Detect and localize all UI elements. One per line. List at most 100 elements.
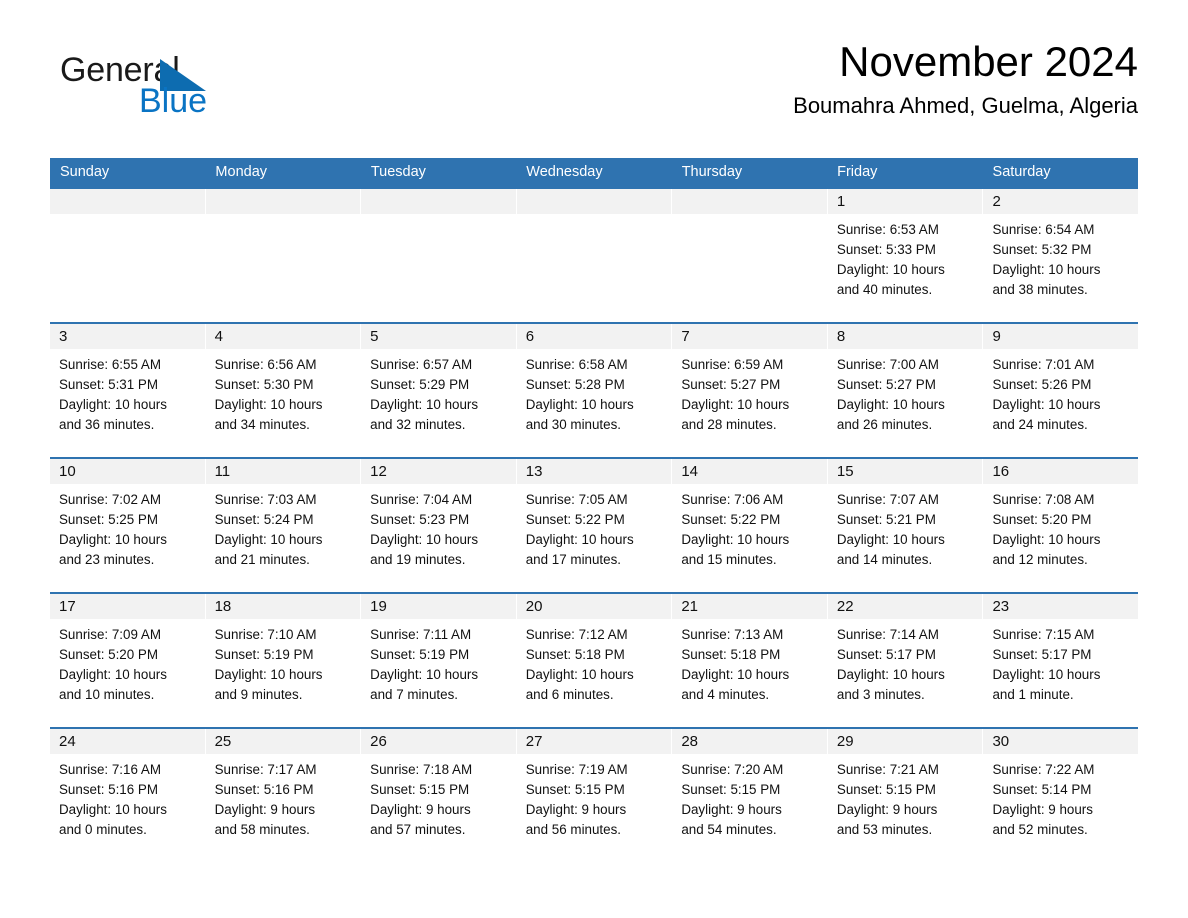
calendar-grid: Sunday Monday Tuesday Wednesday Thursday… <box>50 158 1139 862</box>
day-details: Sunrise: 7:10 AM Sunset: 5:19 PM Daylight:… <box>206 619 361 705</box>
calendar-day-cell[interactable]: 1 Sunrise: 6:53 AM Sunset: 5:33 PM Daylight… <box>827 189 984 322</box>
day-number: 19 <box>361 594 516 619</box>
sunrise-text: Sunrise: 6:58 AM <box>525 357 628 372</box>
calendar-day-cell[interactable]: 12 Sunrise: 7:04 AM Sunset: 5:23 PM Dayligh… <box>361 459 517 592</box>
sunrise-text: Sunrise: 7:05 AM <box>525 492 628 507</box>
calendar-day-cell[interactable]: 11 Sunrise: 7:03 AM Sunset: 5:24 PM Dayligh… <box>205 459 362 592</box>
daylight-text-line2: and 53 minutes. <box>836 822 933 837</box>
daylight-text-line1: Daylight: 10 hours <box>992 397 1101 412</box>
day-number: 5 <box>361 324 516 349</box>
sunset-text: Sunset: 5:16 PM <box>59 782 158 797</box>
calendar-day-cell[interactable]: 25 Sunrise: 7:17 AM Sunset: 5:16 PM Dayligh… <box>205 729 362 862</box>
sunset-text: Sunset: 5:16 PM <box>214 782 314 797</box>
calendar-day-cell-empty <box>516 189 673 322</box>
day-number: 26 <box>361 729 516 754</box>
day-details: Sunrise: 7:14 AM Sunset: 5:17 PM Daylight:… <box>828 619 983 705</box>
day-number: 7 <box>672 324 827 349</box>
calendar-day-cell[interactable]: 14 Sunrise: 7:06 AM Sunset: 5:22 PM Dayligh… <box>672 459 828 592</box>
day-number: 2 <box>983 189 1139 214</box>
daylight-text-line1: Daylight: 10 hours <box>214 667 323 682</box>
calendar-week-row: 17 Sunrise: 7:09 AM Sunset: 5:20 PM Dayligh… <box>50 592 1139 727</box>
calendar-day-cell[interactable]: 30 Sunrise: 7:22 AM Sunset: 5:14 PM Dayligh… <box>983 729 1139 862</box>
calendar-day-cell[interactable]: 17 Sunrise: 7:09 AM Sunset: 5:20 PM Dayligh… <box>50 594 206 727</box>
daylight-text-line1: Daylight: 10 hours <box>59 667 167 682</box>
daylight-text-line1: Daylight: 9 hours <box>836 802 938 817</box>
day-number <box>516 189 672 214</box>
daylight-text-line2: and 28 minutes. <box>681 417 777 432</box>
calendar-week-row: 3 Sunrise: 6:55 AM Sunset: 5:31 PM Daylight… <box>50 322 1139 457</box>
daylight-text-line2: and 54 minutes. <box>681 822 777 837</box>
calendar-day-cell[interactable]: 18 Sunrise: 7:10 AM Sunset: 5:19 PM Dayligh… <box>205 594 362 727</box>
sunrise-text: Sunrise: 6:56 AM <box>214 357 317 372</box>
sunset-text: Sunset: 5:25 PM <box>59 512 158 527</box>
calendar-day-cell[interactable]: 19 Sunrise: 7:11 AM Sunset: 5:19 PM Dayligh… <box>361 594 517 727</box>
calendar-day-cell[interactable]: 16 Sunrise: 7:08 AM Sunset: 5:20 PM Dayligh… <box>983 459 1139 592</box>
calendar-day-cell[interactable]: 4 Sunrise: 6:56 AM Sunset: 5:30 PM Daylight… <box>205 324 362 457</box>
sunrise-text: Sunrise: 7:10 AM <box>214 627 317 642</box>
calendar-day-cell[interactable]: 26 Sunrise: 7:18 AM Sunset: 5:15 PM Dayligh… <box>361 729 517 862</box>
calendar-day-cell[interactable]: 8 Sunrise: 7:00 AM Sunset: 5:27 PM Daylight… <box>827 324 984 457</box>
day-number: 21 <box>672 594 827 619</box>
day-number: 18 <box>205 594 361 619</box>
daylight-text-line2: and 23 minutes. <box>59 552 155 567</box>
day-number: 14 <box>672 459 827 484</box>
sunset-text: Sunset: 5:31 PM <box>59 377 158 392</box>
day-number: 4 <box>205 324 361 349</box>
daylight-text-line1: Daylight: 10 hours <box>214 397 323 412</box>
calendar-day-cell-empty <box>672 189 828 322</box>
calendar-day-cell[interactable]: 9 Sunrise: 7:01 AM Sunset: 5:26 PM Daylight… <box>983 324 1139 457</box>
daylight-text-line1: Daylight: 10 hours <box>992 667 1101 682</box>
calendar-day-cell[interactable]: 3 Sunrise: 6:55 AM Sunset: 5:31 PM Daylight… <box>50 324 206 457</box>
sunrise-text: Sunrise: 7:12 AM <box>525 627 628 642</box>
calendar-day-cell[interactable]: 23 Sunrise: 7:15 AM Sunset: 5:17 PM Dayligh… <box>983 594 1139 727</box>
day-details: Sunrise: 7:11 AM Sunset: 5:19 PM Daylight:… <box>361 619 516 705</box>
sunrise-text: Sunrise: 7:14 AM <box>836 627 939 642</box>
sunset-text: Sunset: 5:15 PM <box>836 782 936 797</box>
day-details: Sunrise: 7:18 AM Sunset: 5:15 PM Daylight:… <box>361 754 516 840</box>
sunrise-text: Sunrise: 7:07 AM <box>836 492 939 507</box>
calendar-day-cell[interactable]: 6 Sunrise: 6:58 AM Sunset: 5:28 PM Daylight… <box>516 324 673 457</box>
calendar-day-cell[interactable]: 28 Sunrise: 7:20 AM Sunset: 5:15 PM Dayligh… <box>672 729 828 862</box>
daylight-text-line2: and 52 minutes. <box>992 822 1088 837</box>
weekday-header-monday: Monday <box>215 164 268 180</box>
weekday-header-friday: Friday <box>837 164 878 180</box>
day-number <box>205 189 361 214</box>
calendar-day-cell[interactable]: 27 Sunrise: 7:19 AM Sunset: 5:15 PM Dayligh… <box>516 729 673 862</box>
calendar-day-cell[interactable]: 2 Sunrise: 6:54 AM Sunset: 5:32 PM Daylight… <box>983 189 1139 322</box>
daylight-text-line2: and 14 minutes. <box>836 552 933 567</box>
general-blue-logo[interactable]: General Blue <box>60 53 320 133</box>
daylight-text-line1: Daylight: 10 hours <box>681 532 790 547</box>
day-details: Sunrise: 7:19 AM Sunset: 5:15 PM Daylight:… <box>517 754 672 840</box>
calendar-day-cell[interactable]: 10 Sunrise: 7:02 AM Sunset: 5:25 PM Dayligh… <box>50 459 206 592</box>
sunrise-text: Sunrise: 7:09 AM <box>59 627 161 642</box>
daylight-text-line1: Daylight: 10 hours <box>836 397 945 412</box>
calendar-day-cell[interactable]: 20 Sunrise: 7:12 AM Sunset: 5:18 PM Dayligh… <box>516 594 673 727</box>
calendar-day-cell[interactable]: 29 Sunrise: 7:21 AM Sunset: 5:15 PM Dayligh… <box>827 729 984 862</box>
sunset-text: Sunset: 5:19 PM <box>370 647 470 662</box>
daylight-text-line2: and 21 minutes. <box>214 552 310 567</box>
title-block: November 2024 Boumahra Ahmed, Guelma, Al… <box>398 38 1138 118</box>
day-details: Sunrise: 7:16 AM Sunset: 5:16 PM Daylight:… <box>50 754 205 840</box>
sunrise-text: Sunrise: 6:53 AM <box>836 222 939 237</box>
page-title: November 2024 <box>839 38 1138 85</box>
calendar-day-cell[interactable]: 15 Sunrise: 7:07 AM Sunset: 5:21 PM Dayligh… <box>827 459 984 592</box>
daylight-text-line2: and 15 minutes. <box>681 552 777 567</box>
weekday-header-tuesday: Tuesday <box>370 164 426 180</box>
sunset-text: Sunset: 5:21 PM <box>836 512 936 527</box>
calendar-week-row: 1 Sunrise: 6:53 AM Sunset: 5:33 PM Daylight… <box>50 187 1139 322</box>
calendar-day-cell[interactable]: 21 Sunrise: 7:13 AM Sunset: 5:18 PM Dayligh… <box>672 594 828 727</box>
calendar-day-cell[interactable]: 7 Sunrise: 6:59 AM Sunset: 5:27 PM Daylight… <box>672 324 828 457</box>
daylight-text-line1: Daylight: 9 hours <box>525 802 627 817</box>
day-number: 1 <box>827 189 983 214</box>
calendar-day-cell[interactable]: 24 Sunrise: 7:16 AM Sunset: 5:16 PM Dayligh… <box>50 729 206 862</box>
calendar-day-cell[interactable]: 5 Sunrise: 6:57 AM Sunset: 5:29 PM Daylight… <box>361 324 517 457</box>
day-details: Sunrise: 6:56 AM Sunset: 5:30 PM Daylight:… <box>206 349 361 435</box>
day-number: 16 <box>983 459 1139 484</box>
day-details: Sunrise: 7:07 AM Sunset: 5:21 PM Daylight:… <box>828 484 983 570</box>
sunrise-text: Sunrise: 7:08 AM <box>992 492 1095 507</box>
calendar-day-cell[interactable]: 22 Sunrise: 7:14 AM Sunset: 5:17 PM Dayligh… <box>827 594 984 727</box>
daylight-text-line1: Daylight: 10 hours <box>992 262 1101 277</box>
daylight-text-line2: and 12 minutes. <box>992 552 1088 567</box>
calendar-day-cell[interactable]: 13 Sunrise: 7:05 AM Sunset: 5:22 PM Dayligh… <box>516 459 673 592</box>
sunrise-text: Sunrise: 6:54 AM <box>992 222 1095 237</box>
